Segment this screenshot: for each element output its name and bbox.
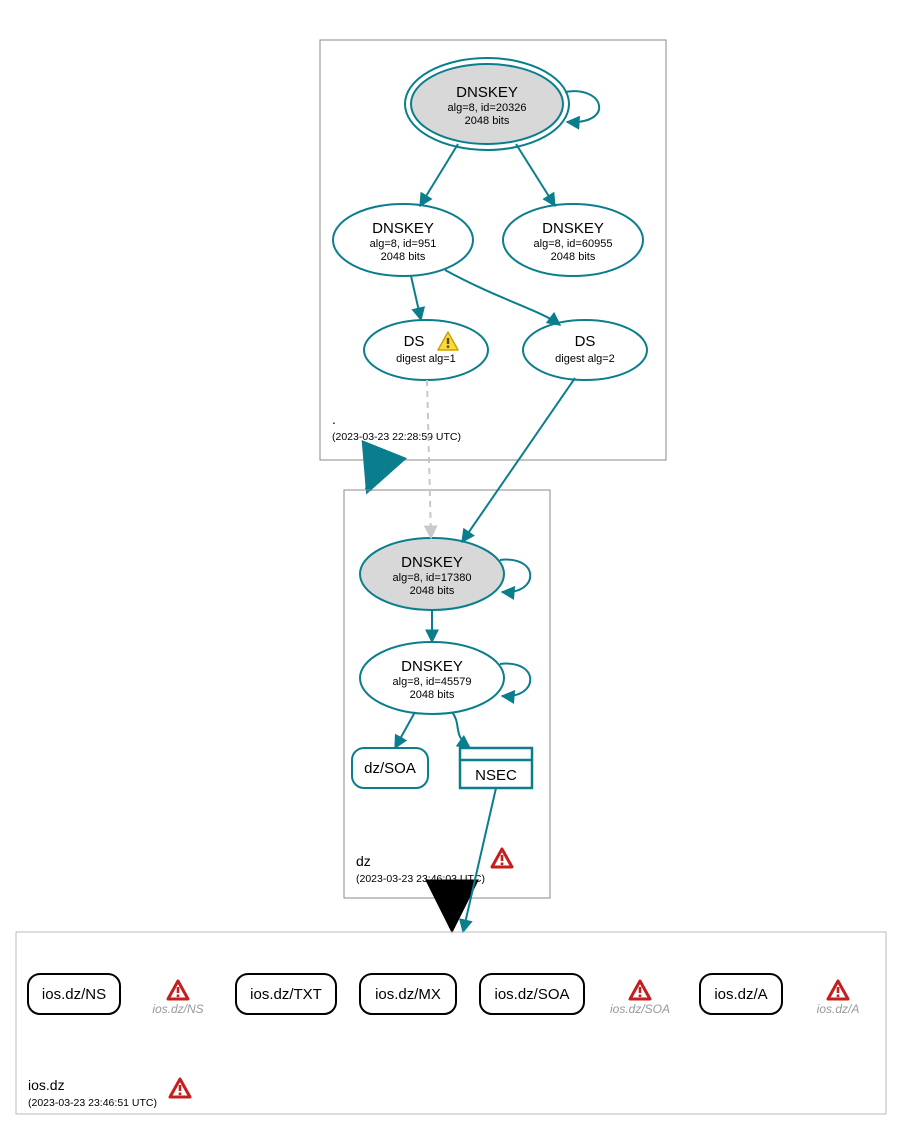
zone-dz-label: dz [356,853,371,869]
node-dz-soa[interactable]: dz/SOA [352,748,428,788]
ghost-ios-ns: ios.dz/NS [152,981,203,1016]
svg-text:DNSKEY: DNSKEY [542,220,604,237]
node-ds1[interactable]: DS digest alg=1 [364,320,488,380]
node-dz-ksk[interactable]: DNSKEY alg=8, id=17380 2048 bits [360,538,504,610]
edge-nsec-iosdz [463,788,496,932]
node-dz-zsk[interactable]: DNSKEY alg=8, id=45579 2048 bits [360,642,504,714]
svg-text:ios.dz/TXT: ios.dz/TXT [250,986,322,1003]
node-root-ksk[interactable]: DNSKEY alg=8, id=20326 2048 bits [405,58,569,150]
ghost-ios-soa: ios.dz/SOA [610,981,670,1016]
svg-text:alg=8, id=951: alg=8, id=951 [370,238,437,250]
svg-text:2048 bits: 2048 bits [551,251,596,263]
svg-text:alg=8, id=17380: alg=8, id=17380 [393,572,472,584]
svg-text:DS: DS [404,333,425,350]
edge-zsk1-ds2 [445,270,560,325]
zone-root-label: . [332,411,336,427]
svg-text:ios.dz/A: ios.dz/A [714,986,767,1003]
edge-zsk1-ds1 [411,276,421,320]
svg-text:ios.dz/MX: ios.dz/MX [375,986,441,1003]
svg-text:ios.dz/A: ios.dz/A [817,1002,860,1016]
svg-text:DNSKEY: DNSKEY [456,84,518,101]
svg-text:alg=8, id=60955: alg=8, id=60955 [534,238,613,250]
node-ios-txt[interactable]: ios.dz/TXT [236,974,336,1014]
svg-text:ios.dz/NS: ios.dz/NS [42,986,106,1003]
svg-text:2048 bits: 2048 bits [465,115,510,127]
node-ios-mx[interactable]: ios.dz/MX [360,974,456,1014]
node-root-zsk2[interactable]: DNSKEY alg=8, id=60955 2048 bits [503,204,643,276]
svg-text:2048 bits: 2048 bits [410,689,455,701]
svg-text:ios.dz/SOA: ios.dz/SOA [610,1002,670,1016]
svg-text:DNSKEY: DNSKEY [372,220,434,237]
zone-dz-timestamp: (2023-03-23 23:46:03 UTC) [356,873,485,885]
svg-text:DS: DS [575,333,596,350]
edge-ds1-dzksk [427,380,431,538]
node-ios-soa[interactable]: ios.dz/SOA [480,974,584,1014]
svg-text:dz/SOA: dz/SOA [364,760,416,777]
svg-text:ios.dz/NS: ios.dz/NS [152,1002,203,1016]
node-ds2[interactable]: DS digest alg=2 [523,320,647,380]
node-nsec[interactable]: NSEC [460,748,532,788]
zone-iosdz-label: ios.dz [28,1077,65,1093]
edge-self-root-ksk [565,91,599,122]
edge-dzzsk-soa [395,712,415,748]
edge-ksk-zsk2 [516,144,555,206]
svg-text:2048 bits: 2048 bits [410,585,455,597]
ghost-ios-a: ios.dz/A [817,981,860,1016]
svg-text:digest alg=2: digest alg=2 [555,353,615,365]
svg-text:DNSKEY: DNSKEY [401,554,463,571]
error-icon [170,1079,190,1097]
edge-dzzsk-nsec [452,712,470,748]
svg-text:alg=8, id=45579: alg=8, id=45579 [393,676,472,688]
svg-text:NSEC: NSEC [475,767,517,784]
error-icon [492,849,512,867]
zone-iosdz-timestamp: (2023-03-23 23:46:51 UTC) [28,1097,157,1109]
edge-ksk-zsk1 [420,144,458,206]
node-ios-a[interactable]: ios.dz/A [700,974,782,1014]
zone-root-timestamp: (2023-03-23 22:28:59 UTC) [332,431,461,443]
node-root-zsk1[interactable]: DNSKEY alg=8, id=951 2048 bits [333,204,473,276]
svg-text:digest alg=1: digest alg=1 [396,353,456,365]
edge-root-to-dz-box [368,460,385,490]
node-ios-ns[interactable]: ios.dz/NS [28,974,120,1014]
zone-root: . (2023-03-23 22:28:59 UTC) DNSKEY alg=8… [320,40,666,460]
zone-dz: dz (2023-03-23 23:46:03 UTC) DNSKEY alg=… [344,378,575,898]
svg-text:2048 bits: 2048 bits [381,251,426,263]
zone-iosdz: ios.dz (2023-03-23 23:46:51 UTC) ios.dz/… [16,932,886,1114]
svg-text:DNSKEY: DNSKEY [401,658,463,675]
svg-text:ios.dz/SOA: ios.dz/SOA [494,986,569,1003]
svg-text:alg=8, id=20326: alg=8, id=20326 [448,102,527,114]
